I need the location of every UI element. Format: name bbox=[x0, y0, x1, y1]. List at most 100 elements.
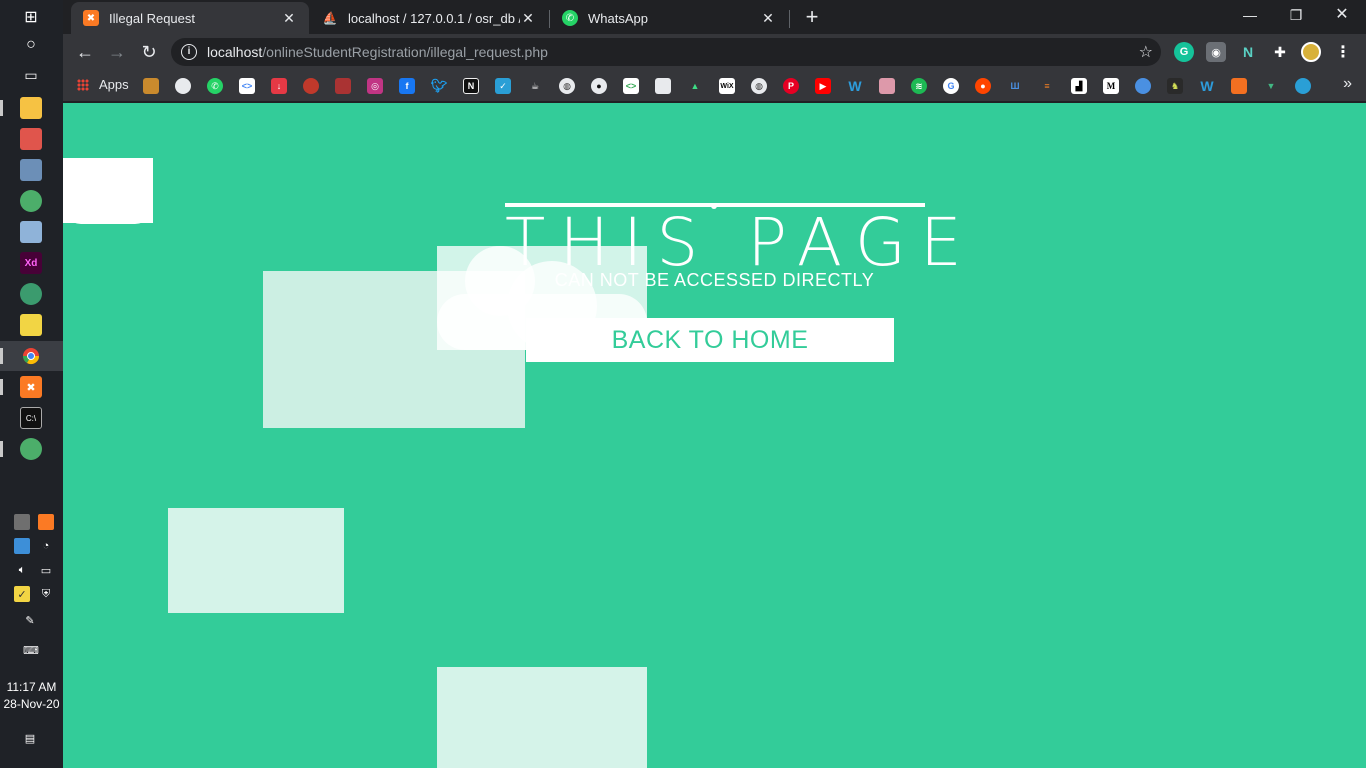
bookmark-icon[interactable] bbox=[1231, 78, 1247, 94]
bookmark-icon[interactable] bbox=[175, 78, 191, 94]
spotify-icon[interactable]: ≋ bbox=[911, 78, 927, 94]
whatsapp-icon: ✆ bbox=[562, 10, 578, 26]
wifi-icon[interactable]: ◔ bbox=[38, 538, 54, 554]
bookmark-icon[interactable] bbox=[1135, 78, 1151, 94]
n-extension-icon[interactable]: N bbox=[1238, 42, 1258, 62]
stackoverflow-icon[interactable]: ≡ bbox=[1039, 78, 1055, 94]
pen-icon[interactable]: ✎ bbox=[22, 612, 38, 628]
xampp-icon: ✖ bbox=[83, 10, 99, 26]
medium-icon[interactable]: M bbox=[1103, 78, 1119, 94]
phpmyadmin-icon: ⛵ bbox=[322, 11, 338, 25]
close-window-button[interactable]: ✕ bbox=[1319, 0, 1365, 30]
sticky-notes-icon[interactable]: ✓ bbox=[14, 586, 30, 602]
vue-icon[interactable]: ▼ bbox=[1263, 78, 1279, 94]
apps-shortcut[interactable]: Apps bbox=[77, 77, 129, 92]
twitter-icon[interactable]: 🐦︎ bbox=[431, 78, 448, 94]
restore-button[interactable]: ❐ bbox=[1273, 0, 1319, 30]
tray-xampp-icon[interactable] bbox=[38, 514, 54, 530]
paint-icon[interactable] bbox=[20, 128, 42, 150]
chrome-window: ✖ Illegal Request ✕ ⛵ localhost / 127.0.… bbox=[63, 0, 1366, 768]
bookmark-icon[interactable] bbox=[143, 78, 159, 94]
camera-extension-icon[interactable]: ◉ bbox=[1206, 42, 1226, 62]
shield-bookmark-icon[interactable]: ✓ bbox=[495, 78, 511, 94]
atom-icon[interactable] bbox=[20, 283, 42, 305]
forward-button[interactable]: → bbox=[103, 38, 131, 66]
bookmark-icon[interactable] bbox=[1295, 78, 1311, 94]
bookmark-icon[interactable]: Ш bbox=[1007, 78, 1023, 94]
bookmark-icon[interactable]: ☕ bbox=[527, 78, 543, 94]
close-tab-icon[interactable]: ✕ bbox=[760, 10, 776, 27]
apps-grid-icon bbox=[77, 78, 89, 91]
clock-date[interactable]: 28-Nov-20 bbox=[0, 697, 63, 711]
bookmark-icon[interactable] bbox=[879, 78, 895, 94]
bookmark-icon[interactable]: W bbox=[847, 78, 863, 94]
terminal-icon[interactable]: C:\ bbox=[20, 407, 42, 429]
android-icon[interactable]: ▲ bbox=[687, 78, 703, 94]
task-view-icon[interactable]: ▭ bbox=[20, 64, 42, 86]
cortana-search-icon[interactable]: ○ bbox=[20, 34, 42, 56]
bookmark-star-icon[interactable]: ☆ bbox=[1139, 42, 1153, 62]
github-icon[interactable]: ● bbox=[591, 78, 607, 94]
grammarly-icon[interactable]: G bbox=[1174, 42, 1194, 62]
cloud-decoration bbox=[63, 158, 153, 224]
globe-icon[interactable]: ◍ bbox=[559, 78, 575, 94]
minimize-button[interactable]: — bbox=[1227, 0, 1273, 30]
globe-icon[interactable]: ◍ bbox=[751, 78, 767, 94]
bookmark-icon[interactable]: <> bbox=[623, 78, 639, 94]
photos-icon[interactable] bbox=[20, 159, 42, 181]
notes-icon[interactable] bbox=[20, 314, 42, 336]
reddit-icon[interactable]: ● bbox=[975, 78, 991, 94]
bookmark-icon[interactable] bbox=[303, 78, 319, 94]
reload-button[interactable]: ↻ bbox=[135, 38, 163, 66]
windows-start-icon[interactable]: ⊞ bbox=[20, 6, 42, 28]
youtube-icon[interactable]: ▶ bbox=[815, 78, 831, 94]
bookmark-icon[interactable] bbox=[655, 78, 671, 94]
wix-icon[interactable]: WiX bbox=[719, 78, 735, 94]
back-button[interactable]: ← bbox=[71, 38, 99, 66]
app-globe-icon[interactable] bbox=[20, 438, 42, 460]
clock-time[interactable]: 11:17 AM bbox=[0, 680, 63, 694]
google-icon[interactable]: G bbox=[943, 78, 959, 94]
bookmark-icon[interactable]: N bbox=[463, 78, 479, 94]
notification-center-icon[interactable]: ▤ bbox=[22, 730, 38, 746]
notepad-icon[interactable] bbox=[20, 221, 42, 243]
pinterest-icon[interactable]: P bbox=[783, 78, 799, 94]
keyboard-icon[interactable]: ⌨ bbox=[20, 642, 42, 658]
profile-avatar[interactable] bbox=[1301, 42, 1321, 62]
app-green-icon[interactable] bbox=[20, 190, 42, 212]
tray-app-icon[interactable] bbox=[14, 514, 30, 530]
close-tab-icon[interactable]: ✕ bbox=[520, 10, 536, 27]
bookmark-icon[interactable]: ▟ bbox=[1071, 78, 1087, 94]
defender-icon[interactable]: ⛨ bbox=[38, 586, 54, 602]
adobe-xd-icon[interactable]: Xd bbox=[20, 252, 42, 274]
bookmark-icon[interactable]: W bbox=[1199, 78, 1215, 94]
back-to-home-button[interactable]: BACK TO HOME bbox=[526, 318, 894, 362]
tab-illegal-request[interactable]: ✖ Illegal Request ✕ bbox=[71, 2, 309, 34]
info-icon[interactable]: i bbox=[181, 44, 197, 60]
battery-icon[interactable]: ▭ bbox=[38, 562, 54, 578]
address-bar[interactable]: i localhost/onlineStudentRegistration/il… bbox=[171, 38, 1161, 66]
menu-kebab-icon[interactable]: ⋮ bbox=[1333, 42, 1353, 62]
tab-phpmyadmin[interactable]: ⛵ localhost / 127.0.0.1 / osr_db / ad ✕ bbox=[310, 2, 548, 34]
windows-taskbar: ⊞ ○ ▭ Xd ✖ C:\ ◔ 🔈︎ ▭ ✓ ⛨ ✎ ⌨ 11:17 AM 2… bbox=[0, 0, 63, 768]
xampp-taskbar-icon[interactable]: ✖ bbox=[20, 376, 42, 398]
bookmark-icon[interactable] bbox=[335, 78, 351, 94]
volume-icon[interactable]: 🔈︎ bbox=[14, 562, 30, 578]
page-content: THIS PAGE CAN NOT BE ACCESSED DIRECTLY B… bbox=[63, 103, 1366, 768]
tab-whatsapp[interactable]: ✆ WhatsApp ✕ bbox=[550, 2, 788, 34]
url-path: /onlineStudentRegistration/illegal_reque… bbox=[262, 44, 548, 60]
whatsapp-bookmark-icon[interactable]: ✆ bbox=[207, 78, 223, 94]
bookmark-icon[interactable]: ♞ bbox=[1167, 78, 1183, 94]
instagram-icon[interactable]: ◎ bbox=[367, 78, 383, 94]
bookmarks-more-icon[interactable]: » bbox=[1343, 75, 1352, 93]
page-subtitle: CAN NOT BE ACCESSED DIRECTLY bbox=[554, 270, 875, 290]
facebook-icon[interactable]: f bbox=[399, 78, 415, 94]
close-tab-icon[interactable]: ✕ bbox=[281, 10, 297, 27]
download-bookmark-icon[interactable]: ↓ bbox=[271, 78, 287, 94]
extensions-puzzle-icon[interactable]: ✚ bbox=[1270, 42, 1290, 62]
file-explorer-icon[interactable] bbox=[20, 97, 42, 119]
new-tab-button[interactable]: + bbox=[799, 5, 825, 31]
tray-network-app-icon[interactable] bbox=[14, 538, 30, 554]
bookmark-icon[interactable]: <> bbox=[239, 78, 255, 94]
chrome-taskbar-icon[interactable] bbox=[20, 345, 42, 367]
